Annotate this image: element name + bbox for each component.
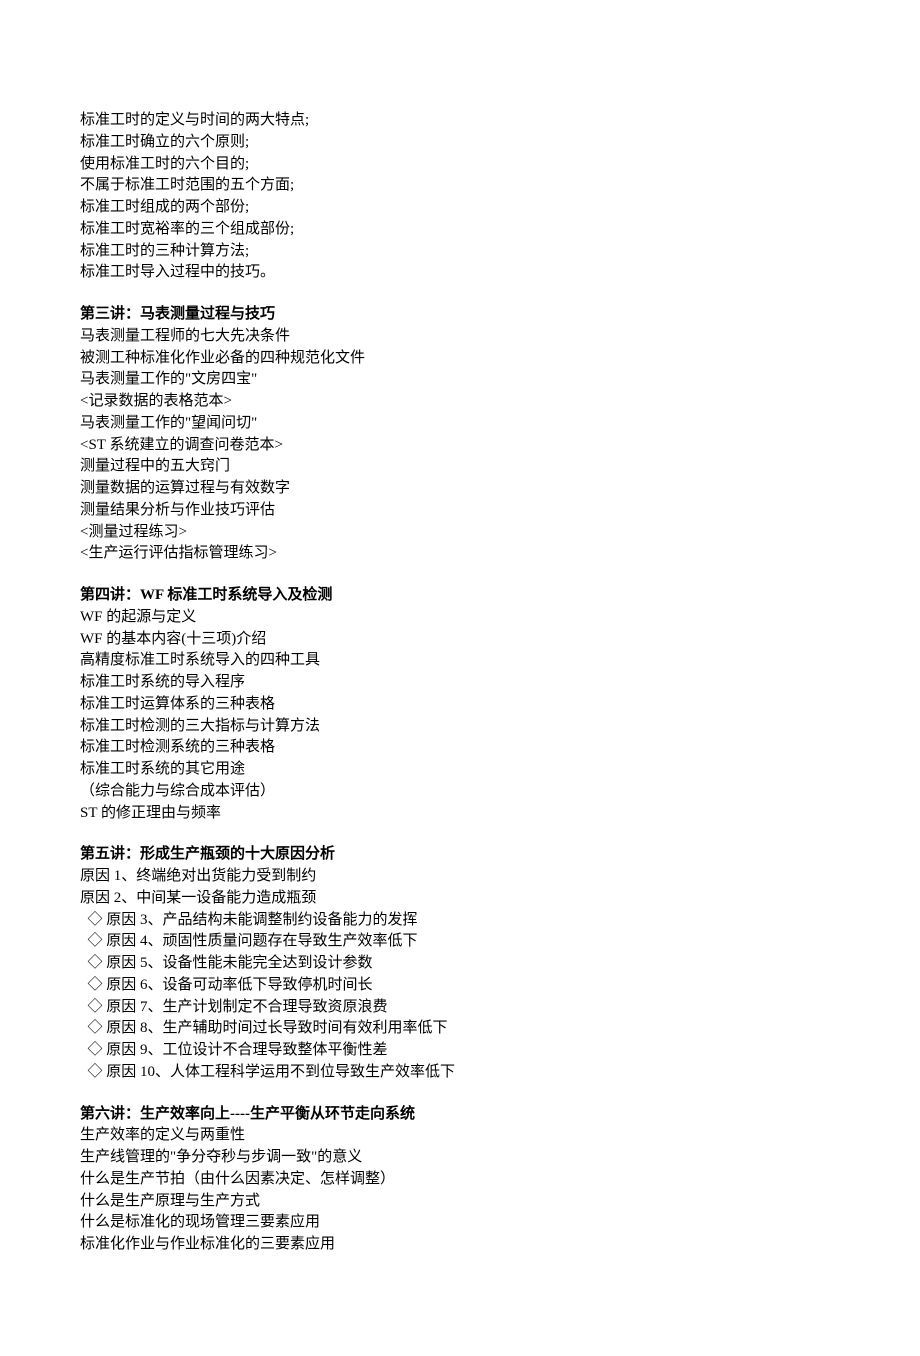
section-heading: 第五讲：形成生产瓶颈的十大原因分析 — [80, 844, 840, 866]
body-line: <记录数据的表格范本> — [80, 391, 840, 413]
body-line: 测量数据的运算过程与有效数字 — [80, 478, 840, 500]
section-1: 标准工时的定义与时间的两大特点; 标准工时确立的六个原则; 使用标准工时的六个目… — [80, 110, 840, 284]
section-heading: 第三讲：马表测量过程与技巧 — [80, 304, 840, 326]
body-line: 标准工时检测的三大指标与计算方法 — [80, 716, 840, 738]
body-line: 高精度标准工时系统导入的四种工具 — [80, 650, 840, 672]
body-line: 标准工时的定义与时间的两大特点; — [80, 110, 840, 132]
body-line: 标准工时检测系统的三种表格 — [80, 737, 840, 759]
body-line: 什么是生产原理与生产方式 — [80, 1191, 840, 1213]
body-line: 马表测量工程师的七大先决条件 — [80, 326, 840, 348]
body-line: 被测工种标准化作业必备的四种规范化文件 — [80, 348, 840, 370]
body-line: 测量过程中的五大窍门 — [80, 456, 840, 478]
section-5: 第六讲：生产效率向上----生产平衡从环节走向系统 生产效率的定义与两重性 生产… — [80, 1104, 840, 1256]
body-line: 使用标准工时的六个目的; — [80, 154, 840, 176]
body-line: 不属于标准工时范围的五个方面; — [80, 175, 840, 197]
body-line: ◇ 原因 3、产品结构未能调整制约设备能力的发挥 — [80, 910, 840, 932]
section-heading: 第四讲：WF 标准工时系统导入及检测 — [80, 585, 840, 607]
body-line: 标准工时宽裕率的三个组成部份; — [80, 219, 840, 241]
body-line: 测量结果分析与作业技巧评估 — [80, 500, 840, 522]
body-line: 标准工时系统的其它用途 — [80, 759, 840, 781]
body-line: 原因 1、终端绝对出货能力受到制约 — [80, 866, 840, 888]
body-line: 马表测量工作的"望闻问切" — [80, 413, 840, 435]
body-line: ST 的修正理由与频率 — [80, 803, 840, 825]
body-line: ◇ 原因 7、生产计划制定不合理导致资原浪费 — [80, 997, 840, 1019]
body-line: 标准工时组成的两个部份; — [80, 197, 840, 219]
body-line: WF 的基本内容(十三项)介绍 — [80, 629, 840, 651]
body-line: ◇ 原因 4、顽固性质量问题存在导致生产效率低下 — [80, 931, 840, 953]
body-line: ◇ 原因 5、设备性能未能完全达到设计参数 — [80, 953, 840, 975]
body-line: 生产线管理的"争分夺秒与步调一致"的意义 — [80, 1147, 840, 1169]
body-line: ◇ 原因 9、工位设计不合理导致整体平衡性差 — [80, 1040, 840, 1062]
section-heading: 第六讲：生产效率向上----生产平衡从环节走向系统 — [80, 1104, 840, 1126]
body-line: （综合能力与综合成本评估） — [80, 781, 840, 803]
body-line: ◇ 原因 8、生产辅助时间过长导致时间有效利用率低下 — [80, 1018, 840, 1040]
body-line: 生产效率的定义与两重性 — [80, 1125, 840, 1147]
body-line: 标准工时运算体系的三种表格 — [80, 694, 840, 716]
section-4: 第五讲：形成生产瓶颈的十大原因分析 原因 1、终端绝对出货能力受到制约 原因 2… — [80, 844, 840, 1083]
body-line: 标准工时系统的导入程序 — [80, 672, 840, 694]
body-line: 标准化作业与作业标准化的三要素应用 — [80, 1234, 840, 1256]
section-3: 第四讲：WF 标准工时系统导入及检测 WF 的起源与定义 WF 的基本内容(十三… — [80, 585, 840, 824]
body-line: 标准工时确立的六个原则; — [80, 132, 840, 154]
section-2: 第三讲：马表测量过程与技巧 马表测量工程师的七大先决条件 被测工种标准化作业必备… — [80, 304, 840, 565]
body-line: WF 的起源与定义 — [80, 607, 840, 629]
body-line: <测量过程练习> — [80, 522, 840, 544]
body-line: <生产运行评估指标管理练习> — [80, 543, 840, 565]
body-line: ◇ 原因 6、设备可动率低下导致停机时间长 — [80, 975, 840, 997]
body-line: ◇ 原因 10、人体工程科学运用不到位导致生产效率低下 — [80, 1062, 840, 1084]
body-line: 标准工时的三种计算方法; — [80, 241, 840, 263]
body-line: <ST 系统建立的调查问卷范本> — [80, 435, 840, 457]
body-line: 原因 2、中间某一设备能力造成瓶颈 — [80, 888, 840, 910]
body-line: 马表测量工作的"文房四宝" — [80, 369, 840, 391]
body-line: 什么是标准化的现场管理三要素应用 — [80, 1212, 840, 1234]
body-line: 标准工时导入过程中的技巧。 — [80, 262, 840, 284]
body-line: 什么是生产节拍（由什么因素决定、怎样调整） — [80, 1169, 840, 1191]
